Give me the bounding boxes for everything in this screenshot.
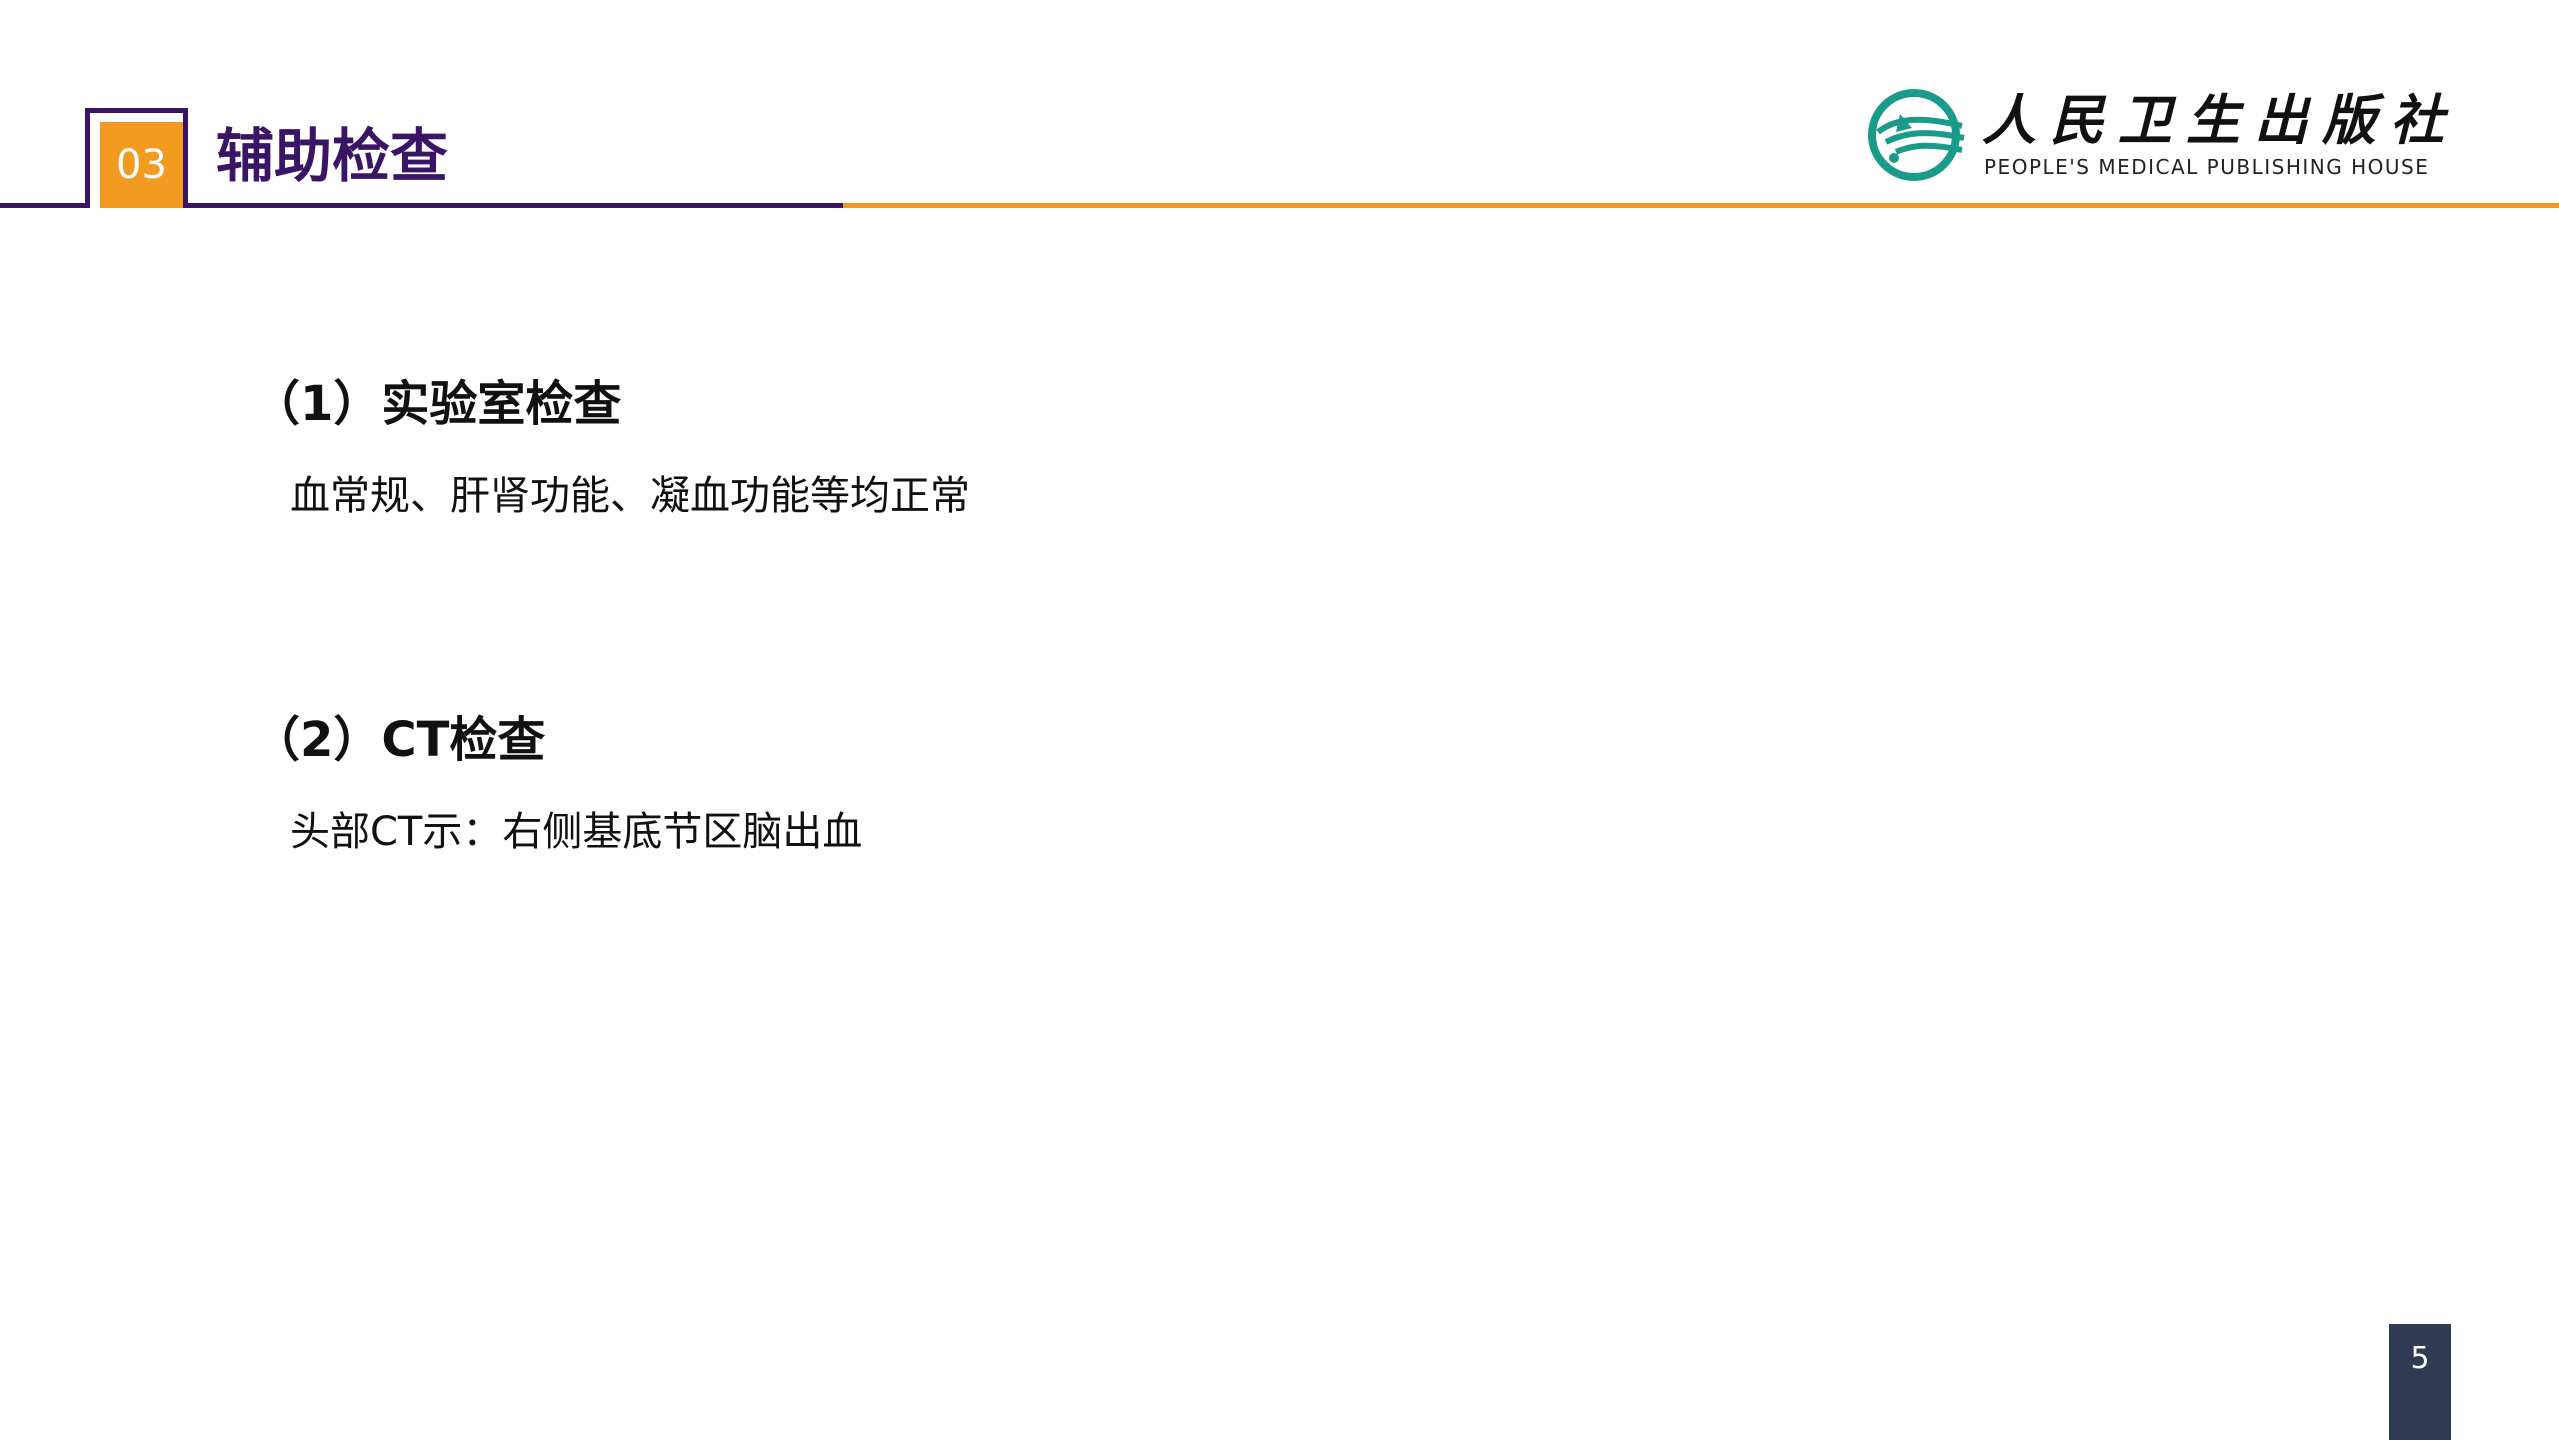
item-heading-lab: （1）实验室检查 — [252, 376, 622, 432]
publisher-logo: 人民卫生出版社 PEOPLE'S MEDICAL PUBLISHING HOUS… — [1866, 88, 2444, 184]
item-body-ct: 头部CT示：右侧基底节区脑出血 — [290, 809, 863, 855]
publisher-emblem-icon — [1868, 89, 1965, 181]
item-heading-ct: （2）CT检查 — [252, 712, 546, 768]
publisher-name-chinese: 人民卫生出版社 — [1982, 88, 2458, 152]
header-divider-orange — [843, 203, 2559, 208]
section-title: 辅助检查 — [216, 122, 449, 190]
section-number: 03 — [100, 122, 183, 208]
publisher-name-english: PEOPLE'S MEDICAL PUBLISHING HOUSE — [1984, 155, 2430, 179]
item-body-lab: 血常规、肝肾功能、凝血功能等均正常 — [290, 473, 970, 519]
page-number-badge: 5 — [2389, 1324, 2451, 1440]
